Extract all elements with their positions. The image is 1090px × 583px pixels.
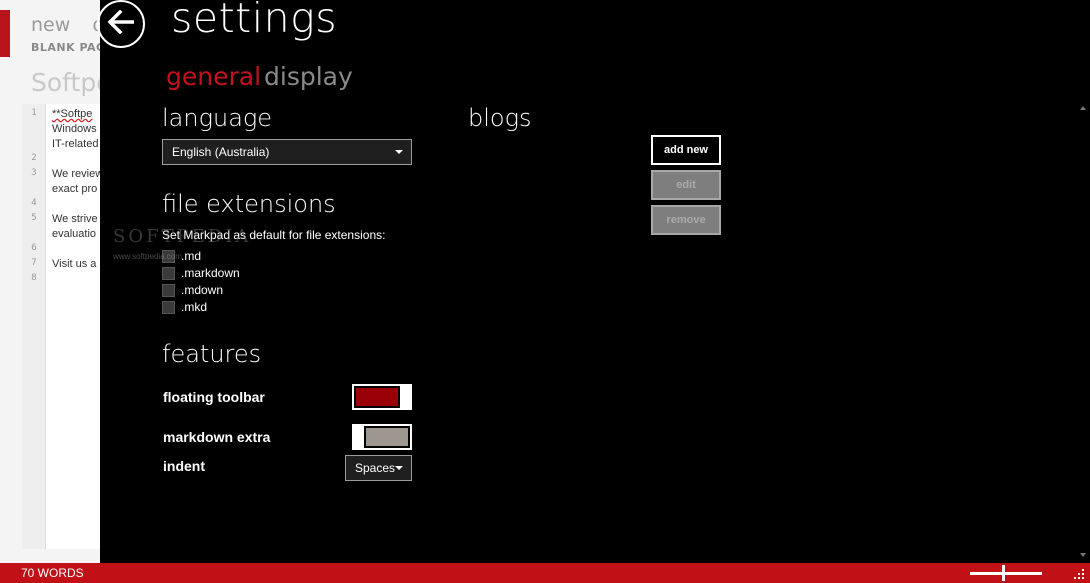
- blogs-heading: blogs: [468, 104, 532, 132]
- checkbox-box[interactable]: [162, 266, 175, 280]
- resize-grip-icon[interactable]: [1064, 567, 1086, 581]
- line-number: 7: [31, 258, 37, 268]
- file-extensions-heading: file extensions: [162, 190, 336, 218]
- toggle-fill: [356, 388, 398, 406]
- editor-line: Visit us a: [52, 258, 97, 270]
- line-number: 4: [31, 198, 37, 208]
- page-title: settings: [171, 0, 338, 42]
- zoom-slider-thumb[interactable]: [1002, 565, 1005, 581]
- chevron-down-icon: [395, 150, 403, 154]
- word-count: 70 WORDS: [21, 566, 84, 580]
- line-number: 1: [31, 108, 37, 118]
- floating-toolbar-label: floating toolbar: [163, 389, 265, 405]
- editor-line: IT-related: [52, 138, 99, 150]
- scroll-up-icon[interactable]: [1080, 106, 1086, 110]
- editor-line: exact pro: [52, 183, 98, 195]
- tab-general[interactable]: general: [166, 62, 261, 91]
- edit-blog-button[interactable]: edit: [651, 170, 721, 200]
- features-heading: features: [162, 340, 262, 368]
- editor-line: **Softpe: [52, 108, 93, 120]
- line-number: 3: [31, 168, 37, 178]
- language-dropdown-value: English (Australia): [172, 145, 270, 159]
- tab-new[interactable]: new: [31, 14, 70, 36]
- editor-line: Windows: [52, 123, 97, 135]
- toggle-fill: [366, 428, 408, 446]
- zoom-slider-track[interactable]: [970, 572, 1042, 575]
- line-number: 5: [31, 213, 37, 223]
- tab-display[interactable]: display: [264, 62, 353, 91]
- checkbox-markdown[interactable]: .markdown: [162, 266, 240, 280]
- checkbox-label: .mkd: [181, 300, 208, 314]
- checkbox-label: .md: [181, 249, 202, 263]
- line-number: 2: [31, 153, 37, 163]
- checkbox-box[interactable]: [162, 283, 175, 297]
- remove-blog-button[interactable]: remove: [651, 205, 721, 235]
- line-number: 6: [31, 243, 37, 253]
- indent-dropdown-value: Spaces: [355, 461, 396, 475]
- indent-dropdown[interactable]: Spaces: [345, 455, 412, 481]
- language-dropdown[interactable]: English (Australia): [162, 139, 412, 165]
- back-arrow-icon: [106, 9, 136, 38]
- document-subtitle: BLANK PAG: [31, 41, 106, 54]
- line-number: 8: [31, 273, 37, 283]
- watermark-logo: SOFTPEDIA: [113, 226, 252, 247]
- scroll-down-icon[interactable]: [1080, 553, 1086, 557]
- back-button[interactable]: [97, 0, 145, 48]
- checkbox-label: .mdown: [181, 283, 224, 297]
- indent-label: indent: [163, 458, 205, 474]
- toggle-thumb[interactable]: [352, 424, 364, 450]
- markdown-extra-label: markdown extra: [163, 429, 271, 445]
- chevron-down-icon: [395, 466, 403, 470]
- editor-line: We review: [52, 168, 104, 180]
- tab-accent-bar: [0, 10, 10, 57]
- floating-toolbar-toggle[interactable]: [352, 384, 412, 410]
- watermark-url: www.softpedia.com: [113, 252, 182, 261]
- markdown-extra-toggle[interactable]: [352, 424, 412, 450]
- editor-line: We strive: [52, 213, 98, 225]
- checkbox-label: .markdown: [181, 266, 240, 280]
- editor-line: evaluatio: [52, 228, 97, 240]
- checkbox-box[interactable]: [162, 300, 175, 314]
- toggle-thumb[interactable]: [400, 384, 412, 410]
- add-new-blog-button[interactable]: add new: [651, 135, 721, 165]
- status-bar: 70 WORDS: [0, 563, 1090, 583]
- checkbox-mdown[interactable]: .mdown: [162, 283, 223, 297]
- checkbox-mkd[interactable]: .mkd: [162, 300, 207, 314]
- language-heading: language: [162, 104, 273, 132]
